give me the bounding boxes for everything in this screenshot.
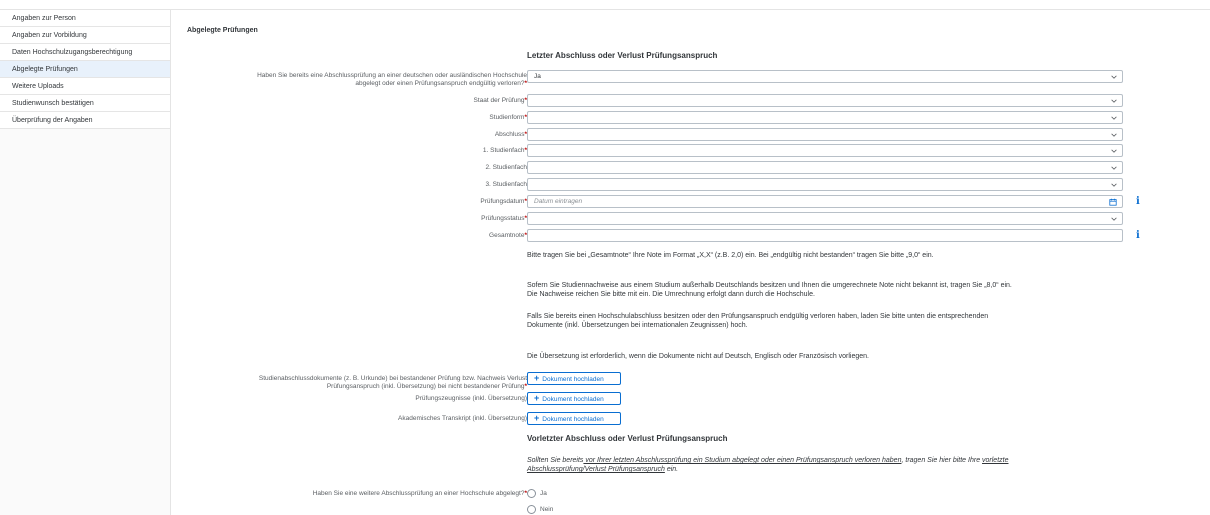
label-datum: Prüfungsdatum* <box>480 198 527 205</box>
abschluss-select[interactable] <box>527 128 1123 141</box>
chevron-down-icon <box>1111 217 1117 221</box>
chevron-down-icon <box>1111 99 1117 103</box>
chevron-down-icon <box>1111 149 1117 153</box>
plus-icon: + <box>534 413 540 423</box>
hint-prev-exam: Sollten Sie bereits vor Ihrer letzten Ab… <box>527 457 1009 473</box>
sidebar-item-vorbildung[interactable]: Angaben zur Vorbildung <box>0 27 170 44</box>
label-exam-taken-line1: Haben Sie bereits eine Abschlussprüfung … <box>257 72 527 79</box>
sidebar-nav: Angaben zur Person Angaben zur Vorbildun… <box>0 10 171 515</box>
label-studienform: Studienform* <box>489 114 527 121</box>
studienform-select[interactable] <box>527 111 1123 124</box>
chevron-down-icon <box>1111 166 1117 170</box>
info-icon[interactable]: i <box>1136 230 1140 241</box>
datum-input[interactable]: Datum eintragen <box>527 195 1123 208</box>
hint-upload-line2: Dokumente (inkl. Übersetzungen bei inter… <box>527 322 748 329</box>
fach1-select[interactable] <box>527 144 1123 157</box>
datum-placeholder: Datum eintragen <box>534 198 583 205</box>
radio-ja-circle[interactable] <box>527 489 536 498</box>
page-title: Abgelegte Prüfungen <box>187 27 258 34</box>
exam-taken-value: Ja <box>534 73 541 80</box>
radio-ja[interactable]: Ja <box>527 489 547 499</box>
label-fach3: 3. Studienfach <box>485 181 527 188</box>
label-fach2: 2. Studienfach <box>485 164 527 171</box>
label-note: Gesamtnote* <box>489 232 527 239</box>
hint-auslandsnote: Sofern Sie Studiennachweise aus einem St… <box>527 281 1147 299</box>
chevron-down-icon <box>1111 75 1117 79</box>
top-bar <box>0 0 1210 10</box>
sidebar-item-ueberpruefung[interactable]: Überprüfung der Angaben <box>0 112 170 129</box>
chevron-down-icon <box>1111 116 1117 120</box>
chevron-down-icon <box>1111 133 1117 137</box>
label-exam-taken: Haben Sie bereits eine Abschlussprüfung … <box>257 72 527 87</box>
label-staat: Staat der Prüfung* <box>473 97 527 104</box>
exam-taken-select[interactable]: Ja <box>527 70 1123 83</box>
label-exam-taken-line2: abgelegt oder einen Prüfungsanspruch end… <box>355 79 525 87</box>
sidebar-item-studienwunsch[interactable]: Studienwunsch bestätigen <box>0 95 170 112</box>
info-icon[interactable]: i <box>1136 196 1140 207</box>
plus-icon: + <box>534 373 540 383</box>
hint-gesamtnote: Bitte tragen Sie bei „Gesamtnote“ Ihre N… <box>527 252 934 259</box>
main-content: Abgelegte Prüfungen Letzter Abschluss od… <box>172 10 1210 515</box>
radio-nein[interactable]: Nein <box>527 505 553 515</box>
heading-last-exam: Letzter Abschluss oder Verlust Prüfungsa… <box>527 51 718 60</box>
fach2-select[interactable] <box>527 161 1123 174</box>
label-status: Prüfungsstatus* <box>481 215 527 222</box>
calendar-icon[interactable] <box>1109 198 1117 206</box>
status-select[interactable] <box>527 212 1123 225</box>
radio-nein-circle[interactable] <box>527 505 536 514</box>
label-further-exam: Haben Sie eine weitere Abschlussprüfung … <box>312 490 527 497</box>
label-doc-abschluss: Studienabschlussdokumente (z. B. Urkunde… <box>258 375 527 390</box>
sidebar-item-pruefungen[interactable]: Abgelegte Prüfungen <box>0 61 170 78</box>
hint-auslandsnote-line1: Sofern Sie Studiennachweise aus einem St… <box>527 282 1012 289</box>
sidebar-item-uploads[interactable]: Weitere Uploads <box>0 78 170 95</box>
hint-upload-line1: Falls Sie bereits einen Hochschulabschlu… <box>527 313 989 320</box>
staat-select[interactable] <box>527 94 1123 107</box>
sidebar-item-person[interactable]: Angaben zur Person <box>0 10 170 27</box>
heading-prev-exam: Vorletzter Abschluss oder Verlust Prüfun… <box>527 434 728 443</box>
label-doc-zeugnis: Prüfungszeugnisse (inkl. Übersetzung) <box>415 395 527 402</box>
sidebar-item-hzb[interactable]: Daten Hochschulzugangsberechtigung <box>0 44 170 61</box>
upload-zeugnis-button[interactable]: + Dokument hochladen <box>527 392 621 405</box>
upload-abschluss-button[interactable]: + Dokument hochladen <box>527 372 621 385</box>
chevron-down-icon <box>1111 183 1117 187</box>
label-doc-abschluss-line1: Studienabschlussdokumente (z. B. Urkunde… <box>258 375 527 382</box>
plus-icon: + <box>534 393 540 403</box>
label-abschluss: Abschluss* <box>494 131 527 138</box>
hint-auslandsnote-line2: Die Nachweise reichen Sie bitte mit ein.… <box>527 291 815 298</box>
hint-translation: Die Übersetzung ist erforderlich, wenn d… <box>527 353 870 360</box>
label-fach1: 1. Studienfach* <box>482 147 527 154</box>
hint-upload: Falls Sie bereits einen Hochschulabschlu… <box>527 312 1147 330</box>
label-doc-transkript: Akademisches Transkript (inkl. Übersetzu… <box>398 415 527 422</box>
fach3-select[interactable] <box>527 178 1123 191</box>
note-input[interactable] <box>527 229 1123 242</box>
upload-transkript-button[interactable]: + Dokument hochladen <box>527 412 621 425</box>
label-doc-abschluss-line2: Prüfungsanspruch (inkl. Übersetzung) bei… <box>326 382 525 390</box>
